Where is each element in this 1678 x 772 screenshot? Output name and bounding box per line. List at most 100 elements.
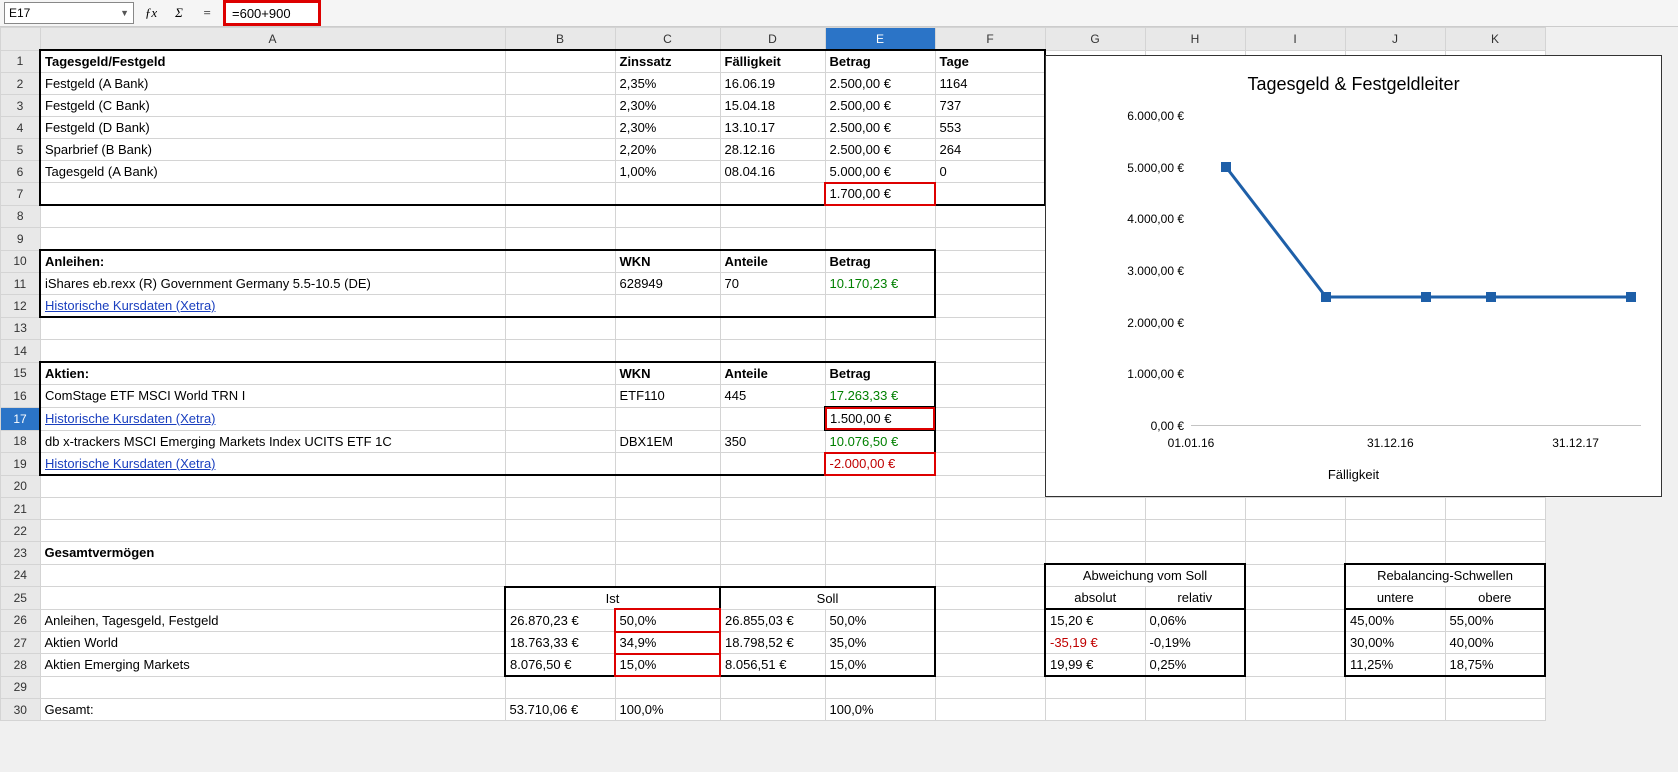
cell[interactable]: Gesamtvermögen [40,542,505,565]
cell[interactable] [1045,498,1145,520]
cell[interactable] [935,317,1045,340]
cell[interactable] [1145,498,1245,520]
cell[interactable] [505,295,615,318]
cell[interactable] [505,183,615,206]
cell[interactable]: 2.500,00 € [825,139,935,161]
cell[interactable] [1245,498,1345,520]
cell[interactable] [615,676,720,699]
cell[interactable]: 1164 [935,73,1045,95]
cell[interactable] [720,228,825,251]
cell[interactable]: 53.710,06 € [505,699,615,721]
cell[interactable] [935,498,1045,520]
cell[interactable] [720,475,825,498]
row-header[interactable]: 27 [1,632,41,654]
cell-link[interactable]: Historische Kursdaten (Xetra) [40,453,505,476]
cell[interactable]: -0,19% [1145,632,1245,654]
cell[interactable] [935,228,1045,251]
cell[interactable] [505,676,615,699]
cell[interactable]: 08.04.16 [720,161,825,183]
formula-input[interactable]: =600+900 [224,1,320,25]
cell[interactable] [1345,542,1445,565]
cell[interactable]: 100,0% [615,699,720,721]
cell[interactable] [1145,676,1245,699]
row-header[interactable]: 22 [1,520,41,542]
cell[interactable]: 70 [720,273,825,295]
row-header[interactable]: 14 [1,340,41,363]
col-header-f[interactable]: F [935,28,1045,51]
cell[interactable] [615,407,720,430]
cell[interactable]: ETF110 [615,385,720,408]
cell[interactable] [40,587,505,610]
cell[interactable]: 19,99 € [1045,654,1145,677]
cell[interactable] [1245,542,1345,565]
cell[interactable]: -35,19 € [1045,632,1145,654]
cell[interactable]: Tagesgeld (A Bank) [40,161,505,183]
cell[interactable] [1045,699,1145,721]
cell-link[interactable]: Historische Kursdaten (Xetra) [40,407,505,430]
cell[interactable]: 15.04.18 [720,95,825,117]
cell[interactable] [1445,542,1545,565]
cell[interactable] [505,73,615,95]
cell[interactable] [935,520,1045,542]
sum-icon[interactable]: Σ [168,3,190,23]
row-header[interactable]: 1 [1,50,41,73]
row-header[interactable]: 10 [1,250,41,273]
cell[interactable] [720,205,825,228]
cell[interactable]: Ist [505,587,720,610]
cell[interactable]: 45,00% [1345,609,1445,632]
cell[interactable]: Festgeld (D Bank) [40,117,505,139]
cell[interactable] [1445,520,1545,542]
row-header[interactable]: 11 [1,273,41,295]
cell[interactable]: Sparbrief (B Bank) [40,139,505,161]
cell[interactable] [935,385,1045,408]
cell[interactable] [1245,676,1345,699]
cell[interactable] [935,362,1045,385]
cell[interactable]: 1.700,00 € [825,183,935,206]
cell[interactable] [825,542,935,565]
cell[interactable]: WKN [615,362,720,385]
col-header-a[interactable]: A [40,28,505,51]
cell[interactable] [505,205,615,228]
cell[interactable]: 11,25% [1345,654,1445,677]
cell[interactable] [1045,676,1145,699]
cell[interactable] [935,564,1045,587]
cell[interactable]: Rebalancing-Schwellen [1345,564,1545,587]
cell[interactable] [505,564,615,587]
cell[interactable]: untere [1345,587,1445,610]
cell[interactable] [505,95,615,117]
row-header[interactable]: 28 [1,654,41,677]
cell[interactable]: 18.763,33 € [505,632,615,654]
cell[interactable] [615,520,720,542]
cell[interactable] [720,295,825,318]
cell[interactable] [615,317,720,340]
cell[interactable]: Anteile [720,362,825,385]
cell[interactable]: 28.12.16 [720,139,825,161]
row-header[interactable]: 29 [1,676,41,699]
cell[interactable]: 0,25% [1145,654,1245,677]
cell[interactable] [40,676,505,699]
row-header[interactable]: 4 [1,117,41,139]
col-header-j[interactable]: J [1345,28,1445,51]
col-header-k[interactable]: K [1445,28,1545,51]
col-header-d[interactable]: D [720,28,825,51]
cell[interactable]: 18.798,52 € [720,632,825,654]
cell[interactable]: Aktien Emerging Markets [40,654,505,677]
row-header[interactable]: 17 [1,407,41,430]
cell[interactable]: Tagesgeld/Festgeld [40,50,505,73]
cell[interactable]: obere [1445,587,1545,610]
cell[interactable] [505,250,615,273]
cell[interactable]: 5.000,00 € [825,161,935,183]
cell[interactable]: 17.263,33 € [825,385,935,408]
cell[interactable]: Betrag [825,50,935,73]
cell[interactable] [1145,699,1245,721]
cell[interactable]: DBX1EM [615,430,720,453]
cell[interactable] [935,273,1045,295]
cell[interactable] [40,205,505,228]
cell[interactable] [615,228,720,251]
cell[interactable] [1445,498,1545,520]
cell[interactable] [1345,676,1445,699]
chevron-down-icon[interactable]: ▼ [120,8,129,18]
cell[interactable] [615,295,720,318]
cell[interactable] [1245,520,1345,542]
cell[interactable] [1045,520,1145,542]
